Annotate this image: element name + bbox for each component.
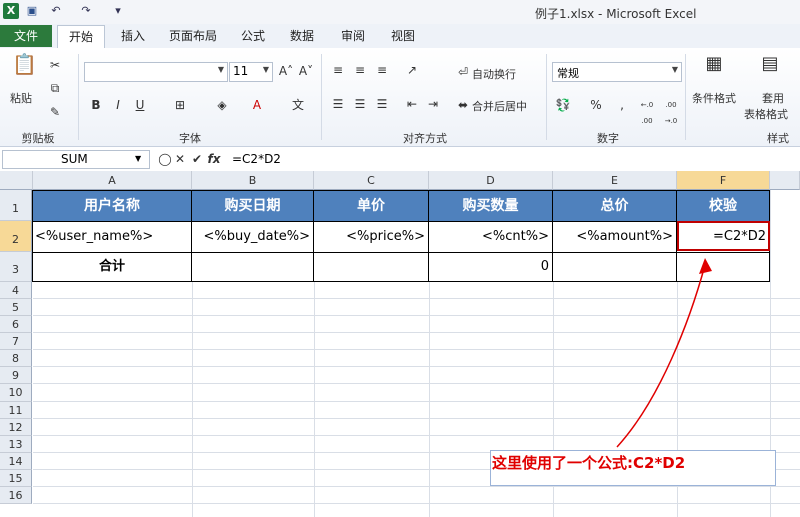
arrow-line <box>616 264 706 448</box>
annotation-arrow <box>616 258 712 448</box>
arrow-head-icon <box>699 258 712 274</box>
annotation-text: 这里使用了一个公式:C2*D2 <box>492 454 686 472</box>
